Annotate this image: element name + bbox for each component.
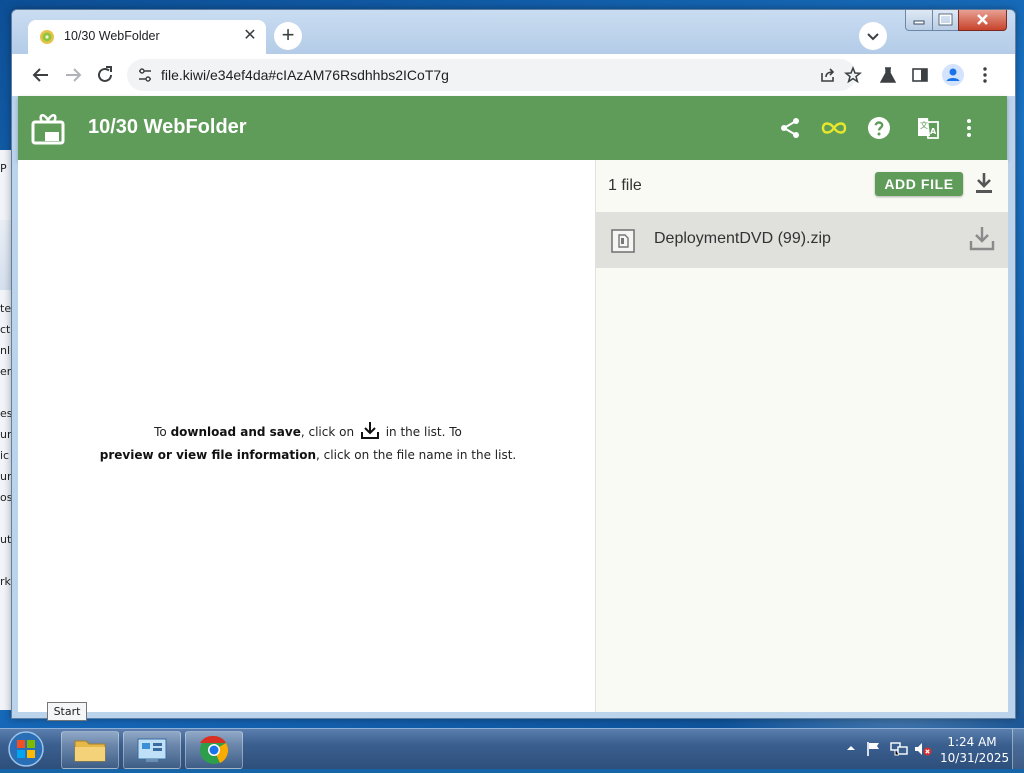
clock-time: 1:24 AM (947, 735, 997, 749)
control-panel-icon (137, 738, 167, 762)
tab-title: 10/30 WebFolder (64, 29, 160, 43)
start-tooltip: Start (47, 702, 87, 721)
side-panel-icon[interactable] (910, 65, 930, 85)
reload-icon[interactable] (93, 63, 117, 87)
share-icon[interactable] (778, 116, 802, 145)
hint-bold-download: download and save (170, 425, 301, 439)
folder-icon (74, 740, 106, 762)
bookmark-star-icon[interactable] (844, 65, 862, 89)
system-clock[interactable]: 1:24 AM 10/31/2025 (940, 734, 1010, 766)
taskbar: 1:24 AM 10/31/2025 (0, 728, 1024, 769)
action-center-flag-icon[interactable] (866, 741, 882, 762)
file-row[interactable]: DeploymentDVD (99).zip (596, 212, 1008, 268)
tab-close-icon[interactable]: ✕ (242, 26, 258, 46)
share-page-icon[interactable] (820, 67, 836, 88)
address-bar[interactable]: file.kiwi/e34ef4da#cIAzAM76Rsdhhbs2ICoT7… (127, 59, 862, 91)
svg-text:文: 文 (920, 120, 928, 130)
file-name[interactable]: DeploymentDVD (99).zip (654, 230, 831, 248)
bg-text: rk (0, 575, 11, 588)
chrome-taskbar-button[interactable] (185, 731, 243, 769)
file-download-icon[interactable] (968, 224, 996, 257)
download-all-icon[interactable] (973, 170, 995, 201)
show-desktop-button[interactable] (1012, 729, 1024, 769)
minimize-button[interactable] (905, 10, 933, 31)
bg-text: ur (0, 470, 12, 483)
browser-tab[interactable]: 10/30 WebFolder ✕ (28, 20, 266, 54)
file-count: 1 file (608, 177, 642, 194)
file-list-panel: 1 file ADD FILE DeploymentDVD (99).zip (595, 160, 1008, 712)
browser-menu-icon[interactable] (975, 65, 995, 85)
system-tray: 1:24 AM 10/31/2025 (842, 729, 1024, 769)
site-info-icon[interactable] (137, 67, 153, 88)
window-close-button[interactable] (958, 10, 1007, 31)
more-menu-icon[interactable] (959, 116, 979, 145)
windows-orb-icon (8, 731, 44, 767)
profile-avatar-icon[interactable] (941, 63, 965, 87)
bg-text: P (0, 162, 7, 175)
explorer-taskbar-button[interactable] (61, 731, 119, 769)
kiwi-favicon-icon (39, 29, 55, 45)
svg-text:A: A (930, 127, 937, 136)
show-hidden-icons-icon[interactable] (846, 741, 856, 759)
help-icon[interactable] (867, 116, 891, 145)
bg-text: ut (0, 533, 12, 546)
control-panel-taskbar-button[interactable] (123, 731, 181, 769)
zip-file-icon (610, 228, 636, 259)
bg-text: nl (0, 344, 11, 357)
maximize-button[interactable] (932, 10, 959, 31)
tab-search-button[interactable] (859, 22, 887, 50)
volume-muted-icon[interactable] (914, 741, 932, 762)
network-icon[interactable] (890, 741, 908, 762)
infinity-icon[interactable] (820, 114, 848, 147)
bg-text: te (0, 302, 12, 315)
chevron-down-icon (867, 33, 879, 41)
preview-pane: To download and save, click on in the li… (18, 160, 595, 712)
chrome-icon (200, 735, 229, 764)
back-icon[interactable] (29, 63, 53, 87)
translate-icon[interactable]: 文A (915, 114, 941, 145)
web-page: 10/30 WebFolder 文A To download and save,… (18, 96, 1008, 712)
gift-folder-logo-icon[interactable] (30, 110, 66, 151)
hint-bold-preview: preview or view file information (99, 448, 317, 462)
browser-window: 10/30 WebFolder ✕ + file.kiwi/e34ef4da#c… (11, 9, 1016, 719)
url-text: file.kiwi/e34ef4da#cIAzAM76Rsdhhbs2ICoT7… (161, 67, 449, 83)
browser-toolbar: file.kiwi/e34ef4da#cIAzAM76Rsdhhbs2ICoT7… (12, 54, 1015, 96)
start-button[interactable] (6, 730, 46, 768)
app-title: 10/30 WebFolder (88, 116, 247, 138)
download-icon (360, 420, 380, 446)
app-header: 10/30 WebFolder 文A (18, 96, 1007, 160)
add-file-button[interactable]: ADD FILE (875, 172, 963, 196)
tab-strip: 10/30 WebFolder ✕ + (12, 10, 1015, 54)
bg-text: ur (0, 428, 12, 441)
instructions-text: To download and save, click on in the li… (58, 420, 558, 465)
clock-date: 10/31/2025 (940, 751, 1010, 765)
bg-text: ic (0, 449, 10, 462)
new-tab-button[interactable]: + (274, 22, 302, 50)
labs-flask-icon[interactable] (878, 65, 898, 85)
forward-icon[interactable] (61, 63, 85, 87)
